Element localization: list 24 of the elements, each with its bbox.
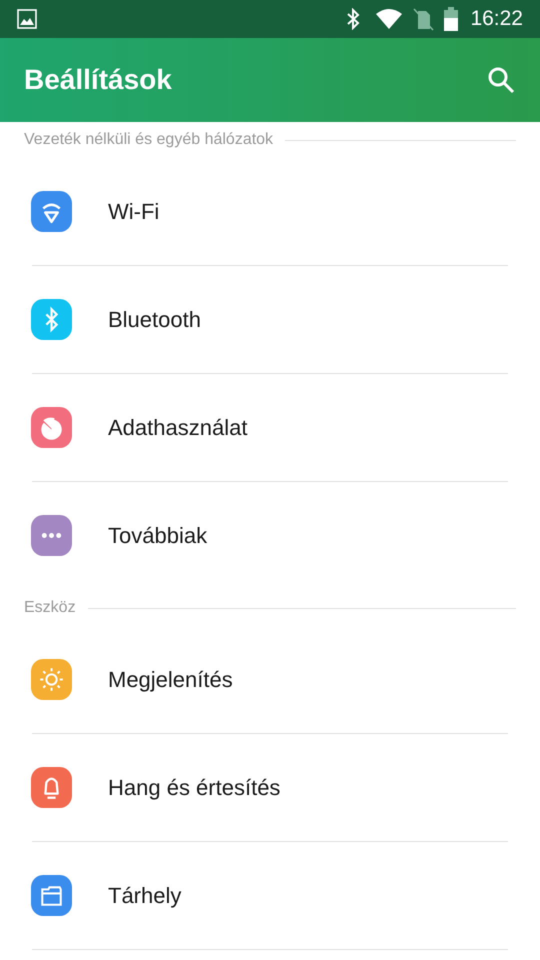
item-label: Továbbiak — [108, 522, 208, 550]
no-sim-icon — [412, 7, 434, 31]
settings-item[interactable]: Továbbiak — [0, 482, 540, 589]
settings-item[interactable]: Bluetooth — [0, 266, 540, 373]
settings-item[interactable]: Wi-Fi — [0, 158, 540, 265]
battery-icon — [444, 7, 458, 31]
item-label: Hang és értesítés — [108, 774, 280, 802]
settings-item[interactable]: Adathasználat — [0, 374, 540, 481]
item-label: Wi-Fi — [108, 198, 160, 226]
settings-item[interactable]: Tárhely — [0, 842, 540, 949]
section-header: Eszköz — [24, 598, 76, 618]
settings-item[interactable]: Megjelenítés — [0, 626, 540, 733]
wifi-icon — [376, 8, 402, 30]
search-icon[interactable] — [486, 65, 516, 95]
settings-item[interactable]: Hang és értesítés — [0, 734, 540, 841]
section-header: Vezeték nélküli és egyéb hálózatok — [24, 130, 274, 150]
item-label: Adathasználat — [108, 414, 248, 442]
item-label: Tárhely — [108, 882, 182, 910]
clock-time: 16:22 — [470, 6, 523, 32]
bluetooth-icon — [346, 8, 360, 30]
item-label: Megjelenítés — [108, 666, 233, 694]
image-icon — [17, 9, 37, 29]
item-label: Bluetooth — [108, 306, 201, 334]
screen-title: Beállítások — [24, 63, 173, 97]
